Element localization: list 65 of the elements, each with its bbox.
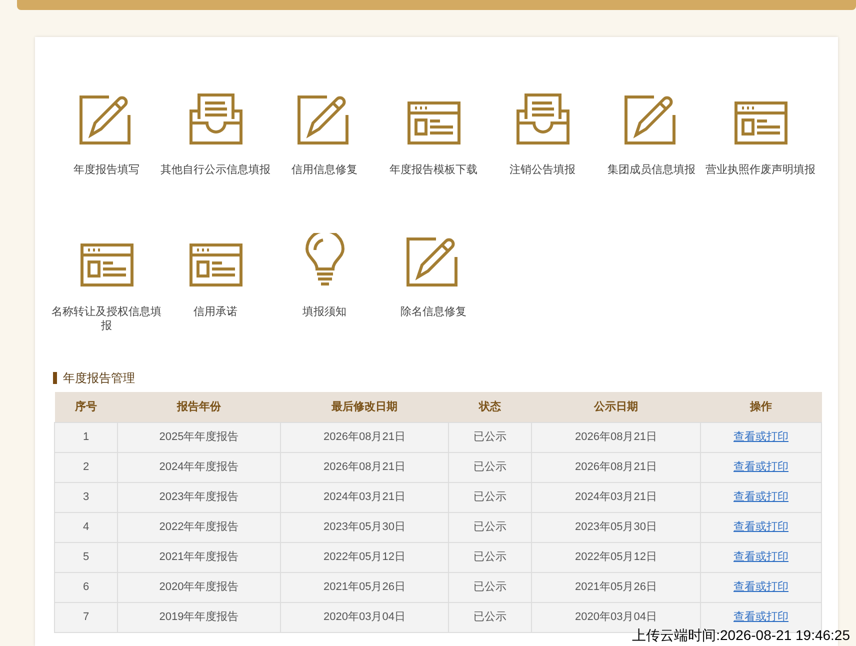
view-print-link[interactable]: 查看或打印 [734,550,788,563]
table-cell: 2022年年度报告 [118,512,280,542]
tile-label[interactable]: 信用信息修复 [268,163,380,211]
table-cell: 2019年年度报告 [118,602,280,632]
column-header: 序号 [54,392,118,422]
table-cell: 1 [54,422,118,452]
view-print-link[interactable]: 查看或打印 [734,490,788,503]
lightbulb-icon [304,233,344,287]
table-cell: 已公示 [448,422,532,452]
table-cell: 2025年年度报告 [118,422,280,452]
table-cell: 2024年03月21日 [280,482,448,512]
tile-label[interactable]: 其他自行公示信息填报 [160,163,272,211]
table-cell: 3 [54,482,118,512]
web-form-icon [80,243,134,287]
table-cell: 5 [54,542,118,572]
column-header: 最后修改日期 [280,392,448,422]
web-form-icon [188,243,242,287]
table-cell: 2021年年度报告 [118,542,280,572]
column-header: 报告年份 [118,392,280,422]
column-header: 公示日期 [532,392,700,422]
section-title: 年度报告管理 [63,370,135,387]
table-cell: 已公示 [448,512,532,542]
table-cell: 2020年年度报告 [118,572,280,602]
table-cell: 2024年03月21日 [532,482,700,512]
tile-label[interactable]: 注销公告填报 [486,163,598,211]
web-form-icon [406,101,460,145]
table-cell: 2022年05月12日 [532,542,700,572]
tile-label[interactable]: 除名信息修复 [378,305,490,353]
table-cell: 2 [54,452,118,482]
table-cell: 2026年08月21日 [532,422,700,452]
table-cell: 2023年05月30日 [532,512,700,542]
table-cell: 已公示 [448,542,532,572]
view-print-link[interactable]: 查看或打印 [734,610,788,623]
table-cell: 已公示 [448,602,532,632]
table-cell: 2023年年度报告 [118,482,280,512]
document-tray-icon [516,93,570,145]
table-cell: 2024年年度报告 [118,452,280,482]
tile-label[interactable]: 名称转让及授权信息填报 [50,305,162,353]
tile-label[interactable]: 信用承诺 [160,305,272,353]
tile-label[interactable]: 填报须知 [268,305,380,353]
table-cell: 2020年03月04日 [280,602,448,632]
table-cell: 2026年08月21日 [280,422,448,452]
table-cell: 已公示 [448,482,532,512]
table-cell: 4 [54,512,118,542]
view-print-link[interactable]: 查看或打印 [734,430,788,443]
column-header: 状态 [448,392,532,422]
web-form-icon [734,101,788,145]
view-print-link[interactable]: 查看或打印 [734,580,788,593]
column-header: 操作 [700,392,822,422]
tile-label[interactable]: 营业执照作废声明填报 [704,163,816,211]
table-cell: 6 [54,572,118,602]
view-print-link[interactable]: 查看或打印 [734,460,788,473]
table-cell: 2023年05月30日 [280,512,448,542]
table-cell: 2026年08月21日 [280,452,448,482]
view-print-link[interactable]: 查看或打印 [734,520,788,533]
table-cell: 已公示 [448,452,532,482]
table-cell: 2022年05月12日 [280,542,448,572]
table-cell: 2021年05月26日 [532,572,700,602]
document-tray-icon [188,93,242,145]
table-cell: 2021年05月26日 [280,572,448,602]
table-cell: 2026年08月21日 [532,452,700,482]
table-cell: 已公示 [448,572,532,602]
section-marker [53,372,57,384]
table-cell: 7 [54,602,118,632]
tile-label[interactable]: 年度报告模板下载 [378,163,490,211]
